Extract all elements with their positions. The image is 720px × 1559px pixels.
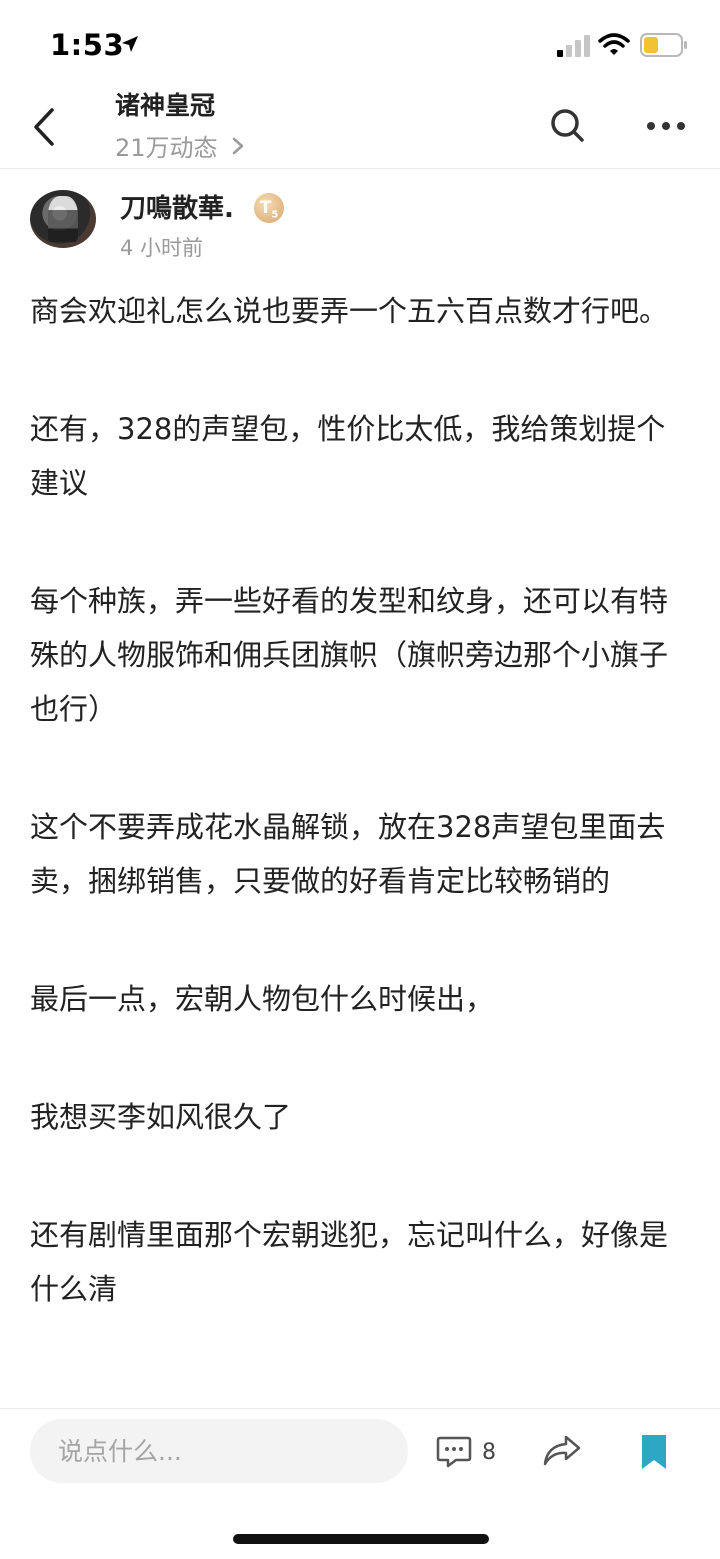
- user-level-badge: T5: [254, 193, 284, 223]
- post-paragraph: 商会欢迎礼怎么说也要弄一个五六百点数才行吧。: [30, 294, 669, 328]
- circle-title[interactable]: 诸神皇冠: [115, 86, 215, 122]
- post-timestamp: 4 小时前: [120, 236, 204, 260]
- circle-activity-count[interactable]: 21万动态: [115, 128, 245, 163]
- bookmark-icon[interactable]: [640, 1433, 668, 1471]
- post-paragraph: 还有，328的声望包，性价比太低，我给策划提个建议: [30, 412, 666, 500]
- comment-icon: [436, 1436, 472, 1468]
- wifi-icon: [598, 33, 630, 55]
- share-icon[interactable]: [542, 1433, 582, 1469]
- badge-letter: T: [259, 198, 272, 218]
- author-name[interactable]: 刀鳴散華.: [120, 188, 234, 225]
- status-time: 1:53: [50, 28, 125, 62]
- comment-count: 8: [482, 1439, 496, 1465]
- status-bar: 1:53: [0, 0, 720, 84]
- post-paragraph: 每个种族，弄一些好看的发型和纹身，还可以有特殊的人物服饰和佣兵团旗帜（旗帜旁边那…: [30, 584, 669, 726]
- search-icon[interactable]: [548, 106, 588, 146]
- more-options-icon[interactable]: [642, 108, 690, 144]
- chevron-right-icon: [232, 137, 244, 155]
- post-paragraph: 还有剧情里面那个宏朝逃犯，忘记叫什么，好像是什么清: [30, 1218, 669, 1306]
- bottom-action-bar: 8: [0, 1408, 720, 1559]
- battery-icon: [640, 33, 687, 57]
- badge-level: 5: [271, 209, 279, 221]
- comment-button[interactable]: 8: [436, 1435, 496, 1469]
- post-paragraph: 最后一点，宏朝人物包什么时候出，: [30, 982, 495, 1016]
- location-arrow-icon: [122, 36, 138, 52]
- post-paragraph: 我想买李如风很久了: [30, 1100, 292, 1134]
- home-indicator: [233, 1534, 489, 1544]
- activity-count-label: 21万动态: [115, 134, 218, 162]
- author-avatar[interactable]: [30, 190, 96, 248]
- comment-input[interactable]: [30, 1419, 408, 1483]
- top-nav-bar: 诸神皇冠 21万动态: [0, 84, 720, 169]
- post-content: 商会欢迎礼怎么说也要弄一个五六百点数才行吧。 还有，328的声望包，性价比太低，…: [30, 284, 690, 1316]
- back-arrow-icon[interactable]: [26, 104, 62, 150]
- post-paragraph: 这个不要弄成花水晶解锁，放在328声望包里面去卖，捆绑销售，只要做的好看肯定比较…: [30, 810, 666, 898]
- cellular-signal-icon: [557, 35, 590, 57]
